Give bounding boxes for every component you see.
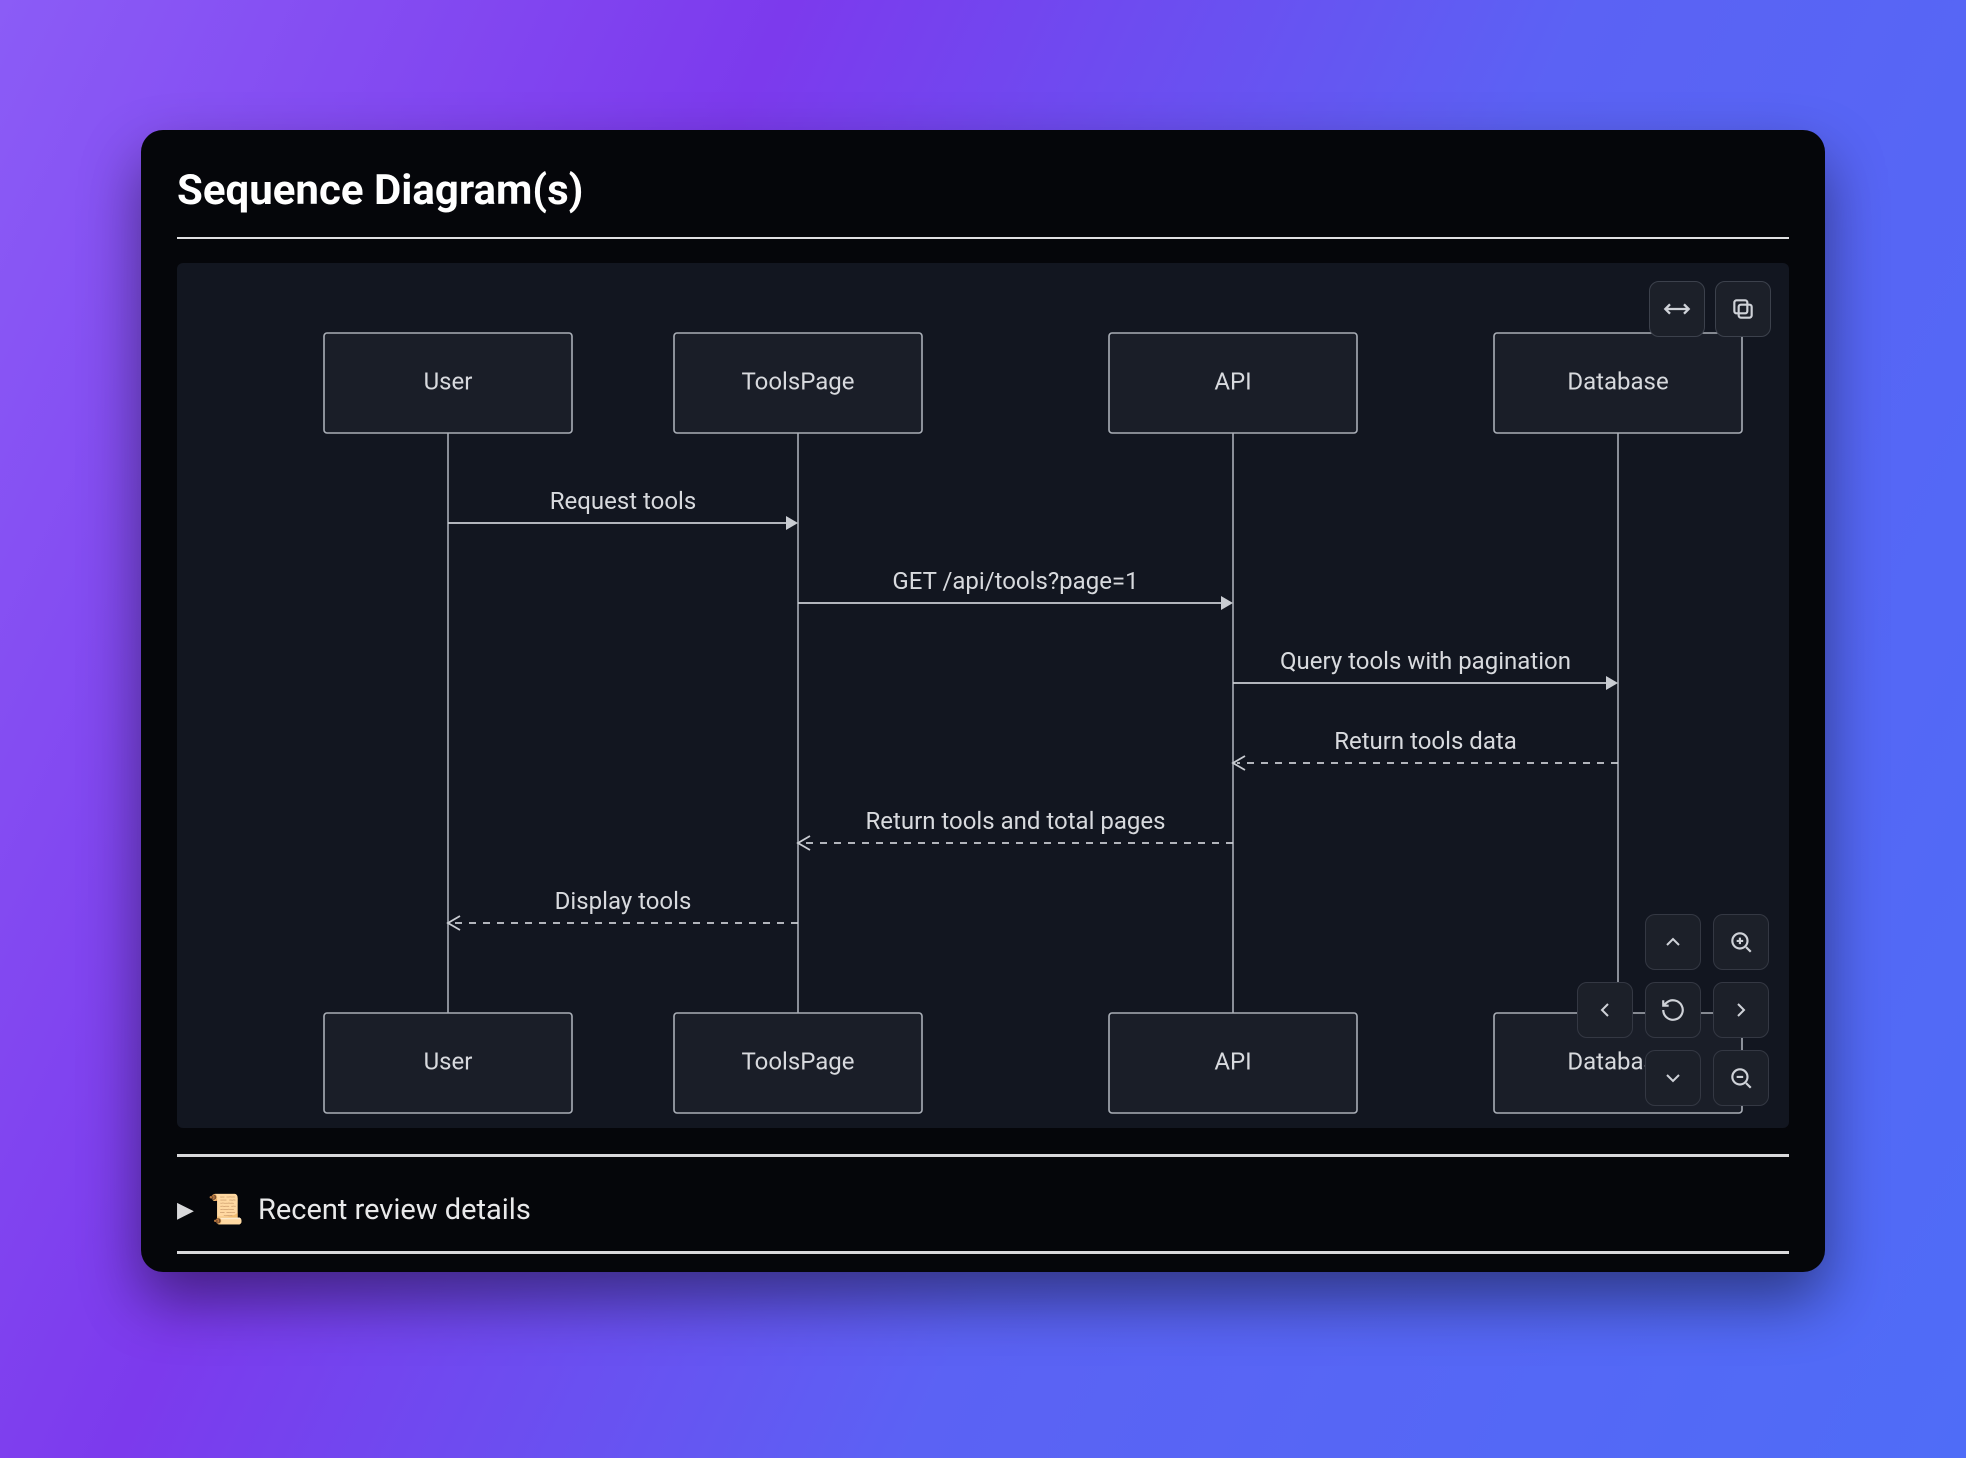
participant-label: ToolsPage xyxy=(741,1047,854,1075)
panel: Sequence Diagram(s) xyxy=(141,130,1825,1272)
pan-up-button[interactable] xyxy=(1645,914,1701,970)
chevron-right-icon xyxy=(1729,998,1753,1022)
divider xyxy=(177,1154,1789,1157)
pan-left-button[interactable] xyxy=(1577,982,1633,1038)
chevron-up-icon xyxy=(1661,930,1685,954)
pan-zoom-cluster xyxy=(1577,914,1769,1106)
diagram-top-tools xyxy=(1649,281,1771,337)
sequence-diagram: User ToolsPage API Database User ToolsPage API… xyxy=(177,263,1789,1128)
message-label: Return tools data xyxy=(1334,727,1517,755)
participant-label: Database xyxy=(1567,367,1668,395)
arrows-horizontal-icon xyxy=(1663,295,1691,323)
recent-review-details-toggle[interactable]: ▶ 📜 Recent review details xyxy=(177,1193,1789,1251)
divider xyxy=(177,237,1789,239)
arrowhead-icon xyxy=(786,516,798,530)
fit-width-button[interactable] xyxy=(1649,281,1705,337)
diagram-area: User ToolsPage API Database User ToolsPage API… xyxy=(177,263,1789,1128)
participant-label: User xyxy=(424,1047,473,1075)
pan-down-button[interactable] xyxy=(1645,1050,1701,1106)
copy-icon xyxy=(1730,296,1756,322)
chevron-left-icon xyxy=(1593,998,1617,1022)
chevron-down-icon xyxy=(1661,1066,1685,1090)
message-label: GET /api/tools?page=1 xyxy=(892,567,1138,595)
zoom-in-icon xyxy=(1728,929,1754,955)
reset-view-button[interactable] xyxy=(1645,982,1701,1038)
participant-label: User xyxy=(424,367,473,395)
copy-button[interactable] xyxy=(1715,281,1771,337)
divider xyxy=(177,1251,1789,1254)
participant-label: API xyxy=(1214,367,1251,395)
arrowhead-icon xyxy=(1221,596,1233,610)
details-label: Recent review details xyxy=(258,1193,531,1227)
pan-right-button[interactable] xyxy=(1713,982,1769,1038)
arrowhead-icon xyxy=(1606,676,1618,690)
disclosure-triangle-icon: ▶ xyxy=(177,1198,194,1223)
zoom-out-icon xyxy=(1728,1065,1754,1091)
participant-label: API xyxy=(1214,1047,1251,1075)
panel-title: Sequence Diagram(s) xyxy=(177,166,1789,215)
message-label: Query tools with pagination xyxy=(1280,647,1571,675)
message-label: Request tools xyxy=(550,487,697,515)
participant-label: ToolsPage xyxy=(741,367,854,395)
zoom-in-button[interactable] xyxy=(1713,914,1769,970)
details-icon: 📜 xyxy=(208,1193,244,1227)
refresh-icon xyxy=(1660,997,1686,1023)
zoom-out-button[interactable] xyxy=(1713,1050,1769,1106)
message-label: Display tools xyxy=(555,887,692,915)
message-label: Return tools and total pages xyxy=(865,807,1165,835)
